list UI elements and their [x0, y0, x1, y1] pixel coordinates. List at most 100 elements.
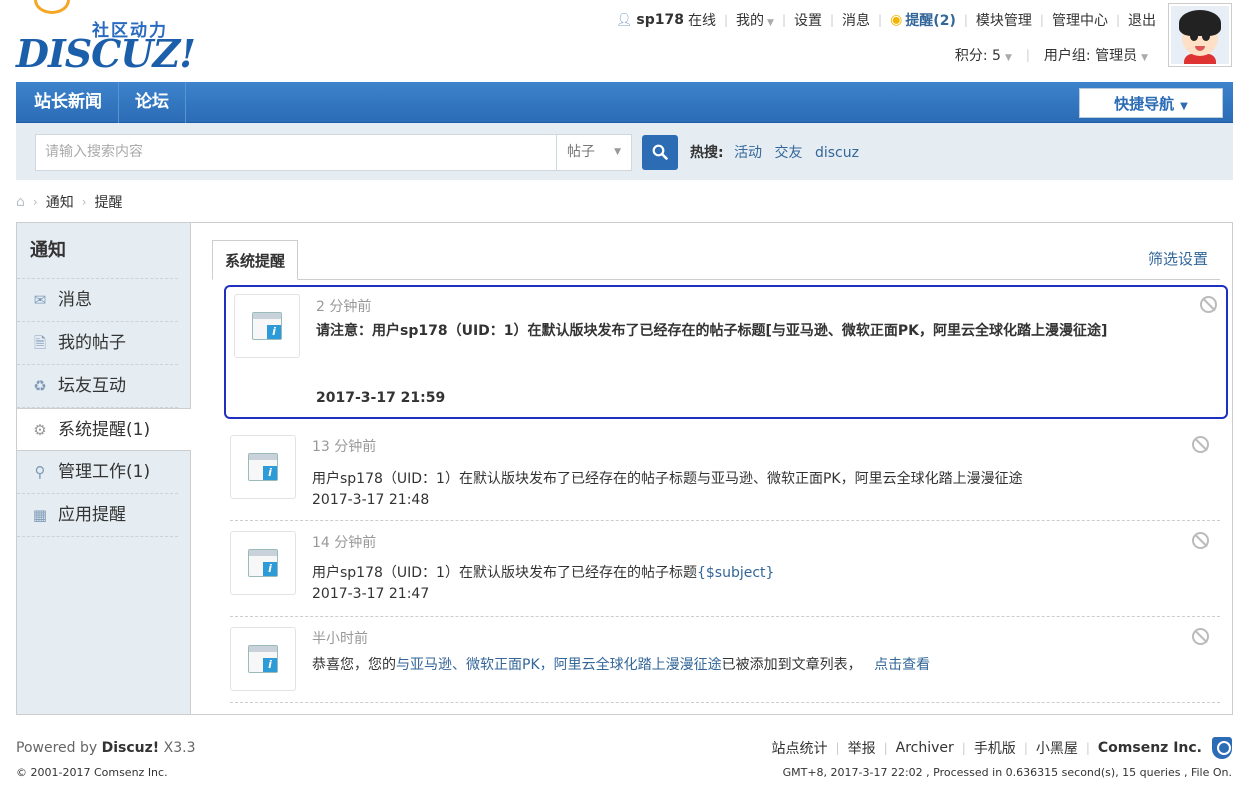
usergroup-label: 用户组: 管理员	[1043, 48, 1138, 64]
divider: |	[723, 13, 729, 27]
sidebar-item-label: 管理工作(1)	[58, 462, 151, 482]
logout-link[interactable]: 退出	[1128, 10, 1156, 30]
divider	[230, 520, 1220, 521]
online-status: 在线	[687, 13, 716, 29]
sidebar-title: 通知	[17, 223, 178, 279]
sidebar-item-interaction[interactable]: ♻ 坛友互动	[17, 365, 178, 408]
delete-icon[interactable]	[1192, 532, 1209, 549]
sidebar-item-my-posts[interactable]: 🗎︎ 我的帖子	[17, 322, 178, 365]
product-name: Discuz!	[101, 740, 160, 756]
notice-icon-box: i	[234, 294, 300, 358]
chevron-down-icon: ▼	[1004, 53, 1012, 63]
messages-link[interactable]: 消息	[842, 10, 870, 30]
home-icon[interactable]: ⌂	[16, 194, 25, 210]
footer-link-report[interactable]: 举报	[848, 738, 876, 758]
security-shield-icon[interactable]	[1212, 737, 1232, 759]
notice-time: 13 分钟前	[312, 439, 377, 455]
article-link[interactable]: 与亚马逊、微软正面PK，阿里云全球化踏上漫漫征途	[396, 657, 722, 673]
search-bar: 请输入搜索内容 帖子 ▼ 热搜: 活动 交友 discuz	[16, 123, 1233, 180]
module-manage-link[interactable]: 模块管理	[976, 10, 1032, 30]
notice-item: i 半小时前 恭喜您，您的与亚马逊、微软正面PK，阿里云全球化踏上漫漫征途已被添…	[222, 621, 1220, 703]
search-input[interactable]: 请输入搜索内容	[35, 134, 557, 171]
divider	[230, 702, 1220, 703]
breadcrumb: ⌂ › 通知 › 提醒	[16, 192, 123, 212]
divider: |	[830, 13, 835, 27]
footer-links: 站点统计 | 举报 | Archiver | 手机版 | 小黑屋 | Comse…	[772, 737, 1232, 759]
delete-icon[interactable]	[1192, 436, 1209, 453]
notice-item: i 14 分钟前 用户sp178（UID：1）在默认版块发布了已经存在的帖子标题…	[222, 525, 1220, 617]
footer-link-stats[interactable]: 站点统计	[772, 738, 828, 758]
processing-stats: GMT+8, 2017-3-17 22:02 , Processed in 0.…	[782, 766, 1232, 779]
breadcrumb-notice[interactable]: 通知	[46, 192, 74, 212]
points-menu[interactable]: 积分: 5 ▼	[955, 45, 1012, 65]
powered-by: Powered by Discuz! X3.3	[16, 740, 195, 756]
main-panel: 通知 ✉ 消息 🗎︎ 我的帖子 ♻ 坛友互动 ⚙ 系统提醒(1) ⚲ 管理工作(…	[16, 222, 1233, 715]
divider	[230, 616, 1220, 617]
mine-menu[interactable]: 我的 ▼	[736, 10, 774, 30]
subject-link[interactable]: {$subject}	[697, 565, 774, 581]
version-label: X3.3	[163, 740, 196, 756]
divider: |	[1115, 13, 1120, 27]
delete-icon[interactable]	[1200, 296, 1217, 313]
chevron-right-icon: ›	[81, 195, 87, 209]
notice-time: 14 分钟前	[312, 535, 377, 551]
comsenz-link[interactable]: Comsenz Inc.	[1098, 740, 1202, 756]
avatar-image	[1171, 6, 1229, 64]
hot-search-label: 热搜:	[690, 145, 724, 161]
admin-center-link[interactable]: 管理中心	[1052, 10, 1108, 30]
usergroup-menu[interactable]: 用户组: 管理员 ▼	[1044, 45, 1148, 65]
divider: |	[1025, 48, 1030, 62]
nav-item-news[interactable]: 站长新闻	[16, 82, 119, 123]
hot-search-item[interactable]: 交友	[775, 145, 803, 161]
chevron-right-icon: ›	[32, 195, 38, 209]
notice-message: 用户sp178（UID：1）在默认版块发布了已经存在的帖子标题{$subject…	[312, 562, 1190, 584]
notice-item: i 13 分钟前 用户sp178（UID：1）在默认版块发布了已经存在的帖子标题…	[222, 429, 1220, 521]
footer-link-archiver[interactable]: Archiver	[896, 740, 954, 756]
quick-nav-button[interactable]: 快捷导航 ▼	[1079, 88, 1223, 118]
filter-settings-link[interactable]: 筛选设置	[1148, 248, 1208, 269]
gear-icon: ⚙	[33, 420, 47, 439]
logo-name: DISCUZ!	[16, 31, 196, 76]
mine-label: 我的	[736, 13, 765, 29]
sidebar-item-manage-work[interactable]: ⚲ 管理工作(1)	[17, 451, 178, 494]
search-type-label: 帖子	[567, 144, 595, 160]
search-type-select[interactable]: 帖子 ▼	[556, 134, 632, 171]
copyright: © 2001-2017 Comsenz Inc.	[16, 766, 168, 779]
footer-link-blackroom[interactable]: 小黑屋	[1036, 738, 1078, 758]
grid-icon: ▦	[32, 506, 48, 524]
logo[interactable]: 社区动力 DISCUZ!	[16, 0, 196, 76]
sidebar-item-app-remind[interactable]: ▦ 应用提醒	[17, 494, 178, 537]
chevron-down-icon: ▼	[614, 147, 621, 157]
chevron-down-icon: ▼	[767, 18, 774, 28]
sidebar-item-system-remind[interactable]: ⚙ 系统提醒(1)	[17, 408, 191, 451]
main-nav: 站长新闻 论坛 快捷导航 ▼	[16, 82, 1233, 123]
tab-system-remind[interactable]: 系统提醒	[212, 240, 299, 280]
delete-icon[interactable]	[1192, 628, 1209, 645]
sidebar-item-label: 应用提醒	[58, 505, 126, 525]
footer-link-mobile[interactable]: 手机版	[974, 738, 1016, 758]
sidebar-item-label: 消息	[58, 290, 92, 310]
user-toolbar: 👤︎ sp178 在线 | 我的 ▼ | 设置 | 消息 | ◉ 提醒(2) | …	[616, 9, 1156, 31]
divider: |	[1023, 741, 1028, 755]
info-document-icon: i	[248, 453, 278, 481]
settings-link[interactable]: 设置	[794, 10, 822, 30]
hot-search-item[interactable]: discuz	[815, 145, 859, 161]
search-icon	[652, 144, 668, 160]
recycle-icon: ♻	[33, 377, 47, 395]
avatar[interactable]	[1168, 3, 1232, 67]
sidebar-item-messages[interactable]: ✉ 消息	[17, 279, 178, 322]
search-button[interactable]	[642, 135, 678, 170]
discuz-link[interactable]: Discuz!	[102, 740, 160, 756]
notice-date: 2017-3-17 21:59	[316, 390, 446, 406]
nav-item-forum[interactable]: 论坛	[119, 82, 186, 123]
hot-search-item[interactable]: 活动	[734, 145, 762, 161]
hot-search: 热搜: 活动 交友 discuz	[690, 142, 867, 162]
notice-icon-box: i	[230, 627, 296, 691]
sidebar-item-label: 我的帖子	[58, 333, 126, 353]
info-document-icon: i	[248, 645, 278, 673]
view-link[interactable]: 点击查看	[874, 657, 930, 673]
reminders-link[interactable]: 提醒(2)	[905, 10, 956, 30]
notice-message-text: 恭喜您，您的	[312, 657, 396, 673]
username-link[interactable]: sp178	[636, 12, 684, 28]
notice-time: 2 分钟前	[316, 299, 372, 315]
